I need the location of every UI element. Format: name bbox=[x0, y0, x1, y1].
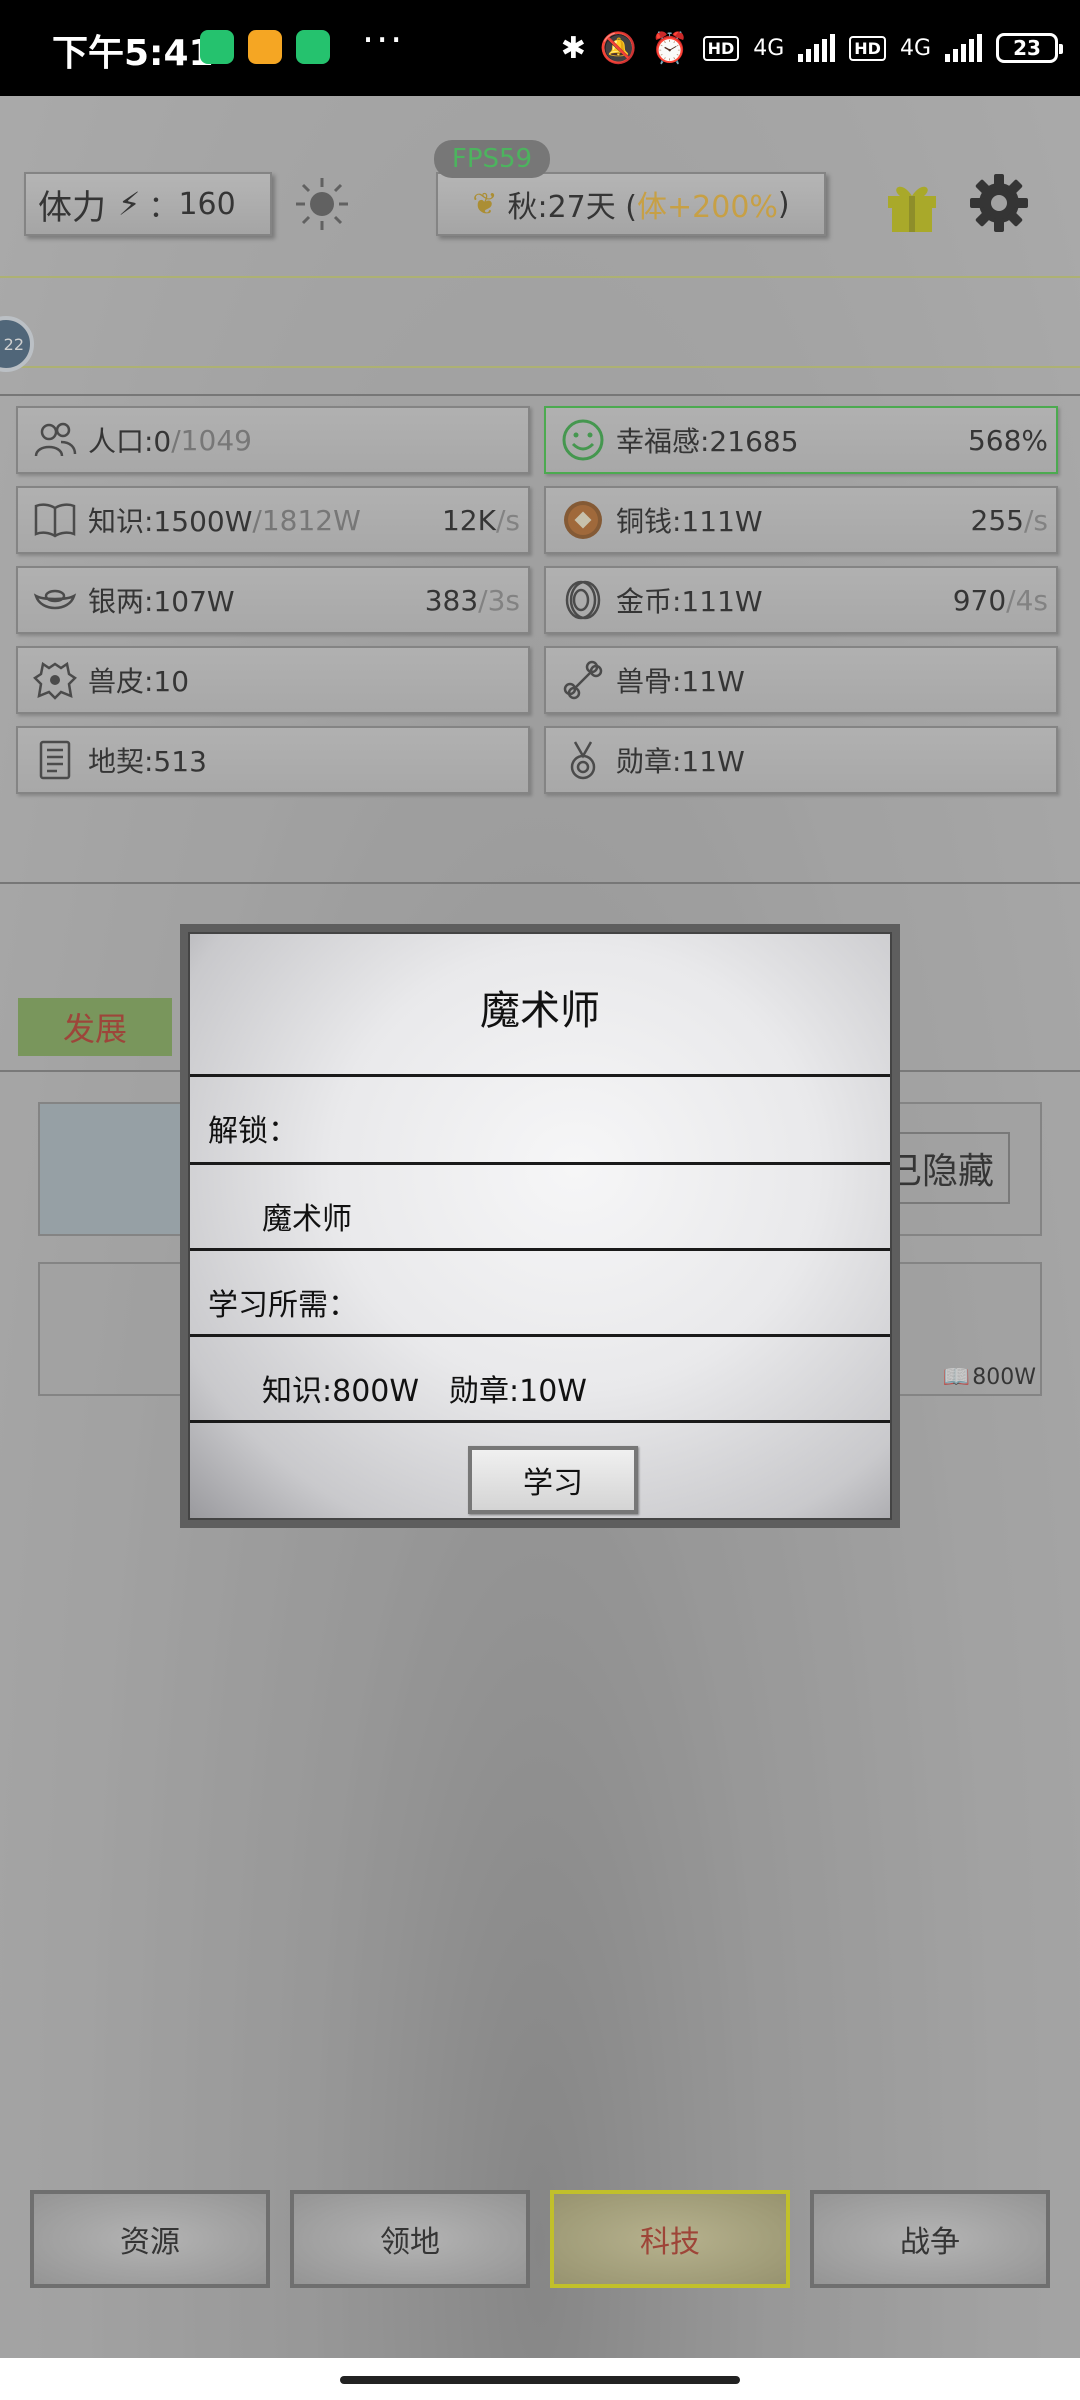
more-notifications-icon: ··· bbox=[362, 18, 405, 62]
battery-level: 23 bbox=[1013, 36, 1041, 60]
notes-app-icon bbox=[248, 30, 282, 64]
bluetooth-icon: ✱ bbox=[560, 30, 586, 66]
learn-button[interactable]: 学习 bbox=[468, 1446, 638, 1514]
require-label: 学习所需： bbox=[208, 1288, 358, 1323]
hd-badge: HD bbox=[702, 35, 740, 61]
status-right-icons: ✱ 🔕 ⏰ HD 4G HD 4G 23 bbox=[560, 26, 1063, 70]
status-bar: 下午5:41 ··· ✱ 🔕 ⏰ HD 4G HD 4G 23 bbox=[0, 0, 1080, 96]
network-type: 4G bbox=[753, 35, 785, 61]
dialog-divider bbox=[190, 1248, 890, 1251]
signal-icon-2 bbox=[945, 34, 982, 62]
signal-icon bbox=[798, 34, 836, 62]
shield-app-icon bbox=[200, 30, 234, 64]
network-type-2: 4G bbox=[899, 35, 931, 61]
status-time: 下午5:41 bbox=[52, 33, 214, 74]
dialog-divider bbox=[190, 1074, 890, 1077]
shield-app-icon-2 bbox=[296, 30, 330, 64]
mute-icon: 🔕 bbox=[599, 30, 638, 66]
hd-badge-2: HD bbox=[849, 35, 886, 61]
tech-dialog: 魔术师 解锁： 魔术师 学习所需： 知识:800W 勋章:10W 学习 bbox=[180, 924, 900, 1528]
unlock-label: 解锁： bbox=[208, 1114, 298, 1149]
dialog-body: 魔术师 解锁： 魔术师 学习所需： 知识:800W 勋章:10W 学习 bbox=[188, 932, 892, 1520]
unlock-value: 魔术师 bbox=[262, 1202, 352, 1237]
alarm-icon: ⏰ bbox=[651, 30, 689, 66]
home-indicator[interactable] bbox=[340, 2376, 740, 2384]
dialog-divider bbox=[190, 1420, 890, 1423]
battery-icon: 23 bbox=[996, 33, 1063, 63]
dialog-title: 魔术师 bbox=[480, 988, 600, 1034]
require-value: 知识:800W 勋章:10W bbox=[262, 1374, 587, 1409]
dialog-divider bbox=[190, 1334, 890, 1337]
dialog-divider bbox=[190, 1162, 890, 1165]
